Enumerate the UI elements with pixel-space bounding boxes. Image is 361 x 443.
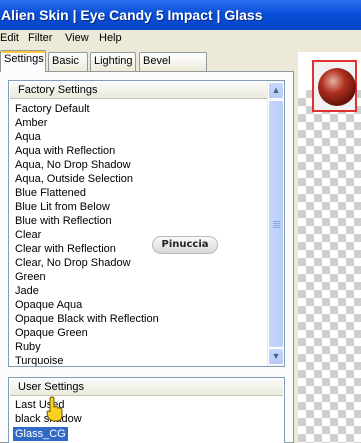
transparency-checkerboard	[298, 90, 361, 443]
list-item[interactable]: Aqua, No Drop Shadow	[15, 158, 131, 172]
list-item[interactable]: Clear with Reflection	[15, 242, 116, 256]
list-item[interactable]: Clear, No Drop Shadow	[15, 256, 131, 270]
tab-lighting[interactable]: Lighting	[90, 52, 136, 71]
list-item-selected[interactable]: Glass_CG	[13, 427, 68, 441]
list-item[interactable]: Ruby	[15, 340, 41, 354]
factory-list-scrollbar[interactable]: ▲ ▼	[267, 81, 284, 366]
factory-settings-header: Factory Settings	[10, 82, 268, 99]
scroll-down-arrow-icon[interactable]: ▼	[268, 348, 284, 365]
list-item[interactable]: Blue Flattened	[15, 186, 86, 200]
list-item[interactable]: Green	[15, 270, 46, 284]
list-item[interactable]: Blue with Reflection	[15, 214, 112, 228]
scroll-up-arrow-icon[interactable]: ▲	[268, 82, 284, 99]
menu-help[interactable]: Help	[99, 31, 122, 45]
list-item[interactable]: Factory Default	[15, 102, 90, 116]
list-item[interactable]: Blue Lit from Below	[15, 200, 110, 214]
tab-basic[interactable]: Basic	[48, 52, 88, 71]
window-title: Alien Skin | Eye Candy 5 Impact | Glass	[1, 7, 263, 23]
watermark-badge: Pinuccia	[152, 236, 218, 254]
list-item[interactable]: Aqua with Reflection	[15, 144, 115, 158]
menu-filter[interactable]: Filter	[28, 31, 52, 45]
menu-view[interactable]: View	[65, 31, 89, 45]
list-item[interactable]: Opaque Aqua	[15, 298, 82, 312]
list-item[interactable]: Opaque Green	[15, 326, 88, 340]
menu-edit[interactable]: Edit	[0, 31, 19, 45]
list-item[interactable]: Amber	[15, 116, 47, 130]
menu-bar: Edit Filter View Help	[0, 30, 361, 46]
user-settings-header: User Settings	[10, 379, 283, 396]
list-item[interactable]: Aqua, Outside Selection	[15, 172, 133, 186]
list-item[interactable]: Aqua	[15, 130, 41, 144]
tab-settings[interactable]: Settings	[0, 50, 46, 72]
list-item[interactable]: Turquoise	[15, 354, 64, 366]
list-item[interactable]: Jade	[15, 284, 39, 298]
scrollbar-thumb[interactable]	[268, 100, 284, 348]
factory-settings-list[interactable]: Factory Settings Factory Default Amber A…	[8, 80, 285, 367]
list-item[interactable]: Opaque Black with Reflection	[15, 312, 159, 326]
tab-bevel-profile[interactable]: Bevel Profile	[139, 52, 207, 84]
window-title-bar: Alien Skin | Eye Candy 5 Impact | Glass	[0, 0, 361, 30]
hand-pointer-icon	[46, 396, 63, 422]
preview-image	[318, 68, 356, 106]
list-item[interactable]: Clear	[15, 228, 41, 242]
